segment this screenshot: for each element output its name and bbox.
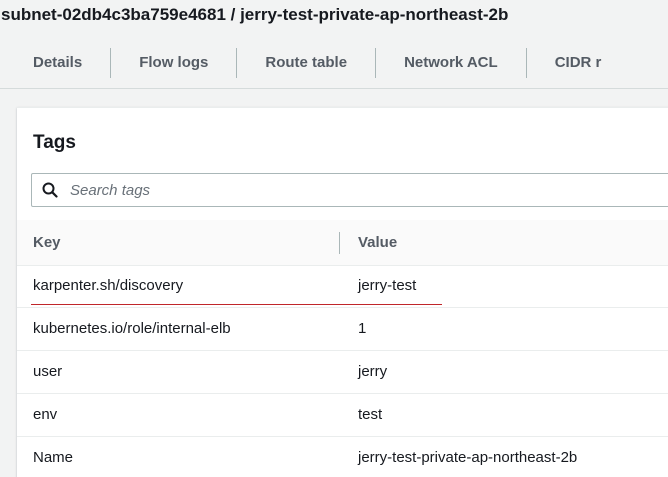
page: subnet-02db4c3ba759e4681 / jerry-test-pr…	[0, 0, 668, 477]
search-input[interactable]	[70, 175, 668, 205]
table-row: env test	[17, 394, 668, 437]
tag-key: karpenter.sh/discovery	[33, 277, 184, 294]
table-row: Name jerry-test-private-ap-northeast-2b	[17, 437, 668, 477]
table-row: user jerry	[17, 351, 668, 394]
column-header-key[interactable]: Key	[33, 220, 61, 265]
tab-route-table[interactable]: Route table	[236, 48, 375, 78]
tag-value: 1	[358, 320, 367, 337]
tab-cidr[interactable]: CIDR r	[525, 48, 630, 78]
page-title: subnet-02db4c3ba759e4681 / jerry-test-pr…	[1, 5, 509, 24]
annotation-underline	[31, 304, 442, 305]
tab-flow-logs[interactable]: Flow logs	[110, 48, 236, 78]
tab-bar: Details Flow logs Route table Network AC…	[0, 38, 668, 88]
tag-key: kubernetes.io/role/internal-elb	[33, 320, 231, 337]
column-resize-handle[interactable]	[339, 232, 340, 254]
tag-value: jerry	[358, 363, 388, 380]
table-header: Key Value	[17, 220, 668, 266]
search-icon	[42, 182, 58, 198]
tags-panel-title: Tags	[33, 132, 76, 153]
table-row: kubernetes.io/role/internal-elb 1	[17, 308, 668, 351]
table-row: karpenter.sh/discovery jerry-test	[17, 265, 668, 308]
tags-panel: Tags Key Value karpenter.sh/discovery je…	[17, 107, 668, 477]
column-header-value[interactable]: Value	[358, 220, 397, 265]
tag-key: env	[33, 406, 58, 423]
tag-value: jerry-test	[358, 277, 417, 294]
tag-value: test	[358, 406, 383, 423]
tabs-divider	[0, 88, 668, 89]
search-box[interactable]	[31, 173, 668, 207]
tag-key: Name	[33, 449, 74, 466]
tag-value: jerry-test-private-ap-northeast-2b	[358, 449, 578, 466]
tab-network-acl[interactable]: Network ACL	[375, 48, 526, 78]
tab-details[interactable]: Details	[0, 48, 110, 78]
tag-key: user	[33, 363, 63, 380]
